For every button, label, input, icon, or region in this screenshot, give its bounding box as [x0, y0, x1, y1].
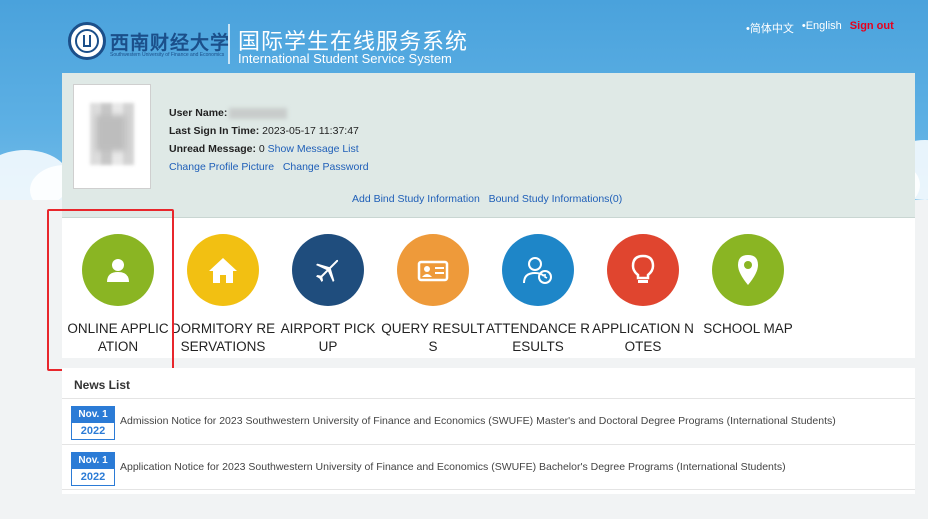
service-circle — [502, 234, 574, 306]
house-icon — [209, 258, 237, 283]
add-bind-study-link[interactable]: Add Bind Study Information — [352, 193, 480, 205]
service-label: QUERY RESULTS — [381, 321, 485, 354]
lightbulb-icon — [631, 254, 655, 283]
service-circle — [397, 234, 469, 306]
header-divider — [228, 24, 230, 64]
profile-panel: User Name: Last Sign In Time: 2023-05-17… — [62, 73, 915, 218]
show-message-list-link[interactable]: Show Message List — [268, 143, 359, 155]
news-item-title[interactable]: Admission Notice for 2023 Southwestern U… — [120, 415, 836, 427]
service-circle — [712, 234, 784, 306]
service-online-application[interactable]: ONLINE APPLICATION — [62, 218, 174, 356]
news-list: News List Nov. 1 2022 Admission Notice f… — [62, 368, 915, 494]
unread-count: 0 — [258, 143, 265, 155]
news-date-badge: Nov. 1 2022 — [71, 406, 115, 440]
username-value-redacted — [229, 107, 288, 119]
map-pin-icon — [738, 255, 758, 285]
news-item[interactable]: Nov. 1 2022 Admission Notice for 2023 So… — [62, 398, 915, 444]
site-header: 西南财经大学 Southwestern University of Financ… — [0, 0, 928, 72]
change-password-link[interactable]: Change Password — [283, 161, 369, 173]
lang-english-link[interactable]: •English — [802, 20, 842, 36]
news-item[interactable]: Nov. 1 2022 Application Notice for 2023 … — [62, 444, 915, 490]
service-label: ATTENDANCE RESULTS — [485, 321, 590, 354]
system-title-en: International Student Service System — [238, 51, 452, 66]
last-sign-value: 2023-05-17 11:37:47 — [262, 125, 359, 137]
university-seal-icon — [68, 22, 106, 60]
last-sign-label: Last Sign In Time: — [169, 125, 260, 137]
service-school-map[interactable]: SCHOOL MAP — [692, 218, 804, 338]
news-date-year: 2022 — [80, 425, 106, 437]
lang-chinese-link[interactable]: •简体中文 — [746, 20, 794, 36]
news-date-month-day: Nov. 1 — [72, 453, 114, 469]
study-info-links: Add Bind Study Information Bound Study I… — [352, 193, 622, 205]
news-date-badge: Nov. 1 2022 — [71, 452, 115, 486]
service-circle — [607, 234, 679, 306]
username-label: User Name: — [169, 107, 228, 119]
language-links: •简体中文 •English Sign out — [746, 20, 894, 36]
university-name-en: Southwestern University of Finance and E… — [110, 52, 225, 58]
service-dormitory-reservations[interactable]: DORMITORY RESERVATIONS — [167, 218, 279, 356]
service-attendance-results[interactable]: ATTENDANCE RESULTS — [482, 218, 594, 356]
service-airport-pick-up[interactable]: AIRPORT PICK UP — [272, 218, 384, 356]
service-circle — [82, 234, 154, 306]
service-label: ONLINE APPLICATION — [67, 321, 169, 354]
id-card-icon — [417, 260, 449, 282]
university-name-cn: 西南财经大学 — [110, 32, 231, 54]
profile-info: User Name: Last Sign In Time: 2023-05-17… — [169, 104, 369, 176]
news-item-title[interactable]: Application Notice for 2023 Southwestern… — [120, 461, 786, 473]
service-tiles: ONLINE APPLICATION DORMITORY RESERVATION… — [62, 218, 915, 358]
user-icon — [107, 259, 129, 282]
service-label: AIRPORT PICK UP — [280, 321, 376, 354]
news-date-year: 2022 — [80, 471, 106, 483]
service-circle — [292, 234, 364, 306]
service-application-notes[interactable]: APPLICATION NOTES — [587, 218, 699, 356]
service-circle — [187, 234, 259, 306]
airplane-icon — [315, 259, 339, 283]
profile-picture — [73, 84, 151, 189]
service-label: APPLICATION NOTES — [592, 321, 694, 354]
bound-study-info-link[interactable]: Bound Study Informations(0) — [489, 193, 623, 205]
service-label: DORMITORY RESERVATIONS — [170, 321, 276, 354]
service-label: SCHOOL MAP — [703, 321, 793, 336]
person-clock-icon — [523, 257, 552, 284]
sign-out-link[interactable]: Sign out — [850, 20, 894, 36]
unread-label: Unread Message: — [169, 143, 256, 155]
change-profile-picture-link[interactable]: Change Profile Picture — [169, 161, 274, 173]
news-list-title: News List — [74, 378, 131, 392]
news-date-month-day: Nov. 1 — [72, 407, 114, 423]
service-query-results[interactable]: QUERY RESULTS — [377, 218, 489, 356]
